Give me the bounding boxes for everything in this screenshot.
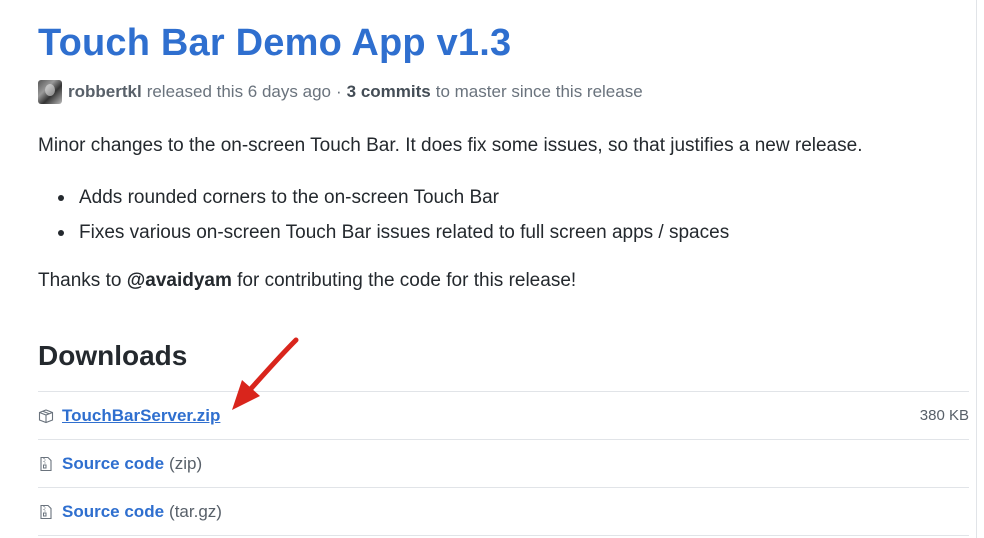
- download-link-asset[interactable]: TouchBarServer.zip: [62, 406, 220, 426]
- mention-link[interactable]: @avaidyam: [127, 270, 232, 291]
- download-ext[interactable]: (zip): [169, 454, 202, 474]
- release-meta: robbertkl released this 6 days ago · 3 c…: [38, 80, 643, 104]
- page-border: [976, 0, 977, 538]
- release-description: Minor changes to the on-screen Touch Bar…: [38, 135, 863, 156]
- commits-link[interactable]: 3 commits: [347, 82, 431, 102]
- download-row-source-zip[interactable]: Source code (zip): [38, 439, 969, 487]
- released-text: released this 6 days ago: [146, 82, 331, 101]
- thanks-line: Thanks to @avaidyam for contributing the…: [38, 267, 576, 295]
- download-link-source-targz[interactable]: Source code: [62, 502, 164, 522]
- downloads-list: TouchBarServer.zip 380 KB Source code (z…: [38, 391, 969, 536]
- list-item: Adds rounded corners to the on-screen To…: [38, 180, 729, 215]
- changes-list: Adds rounded corners to the on-screen To…: [38, 180, 729, 250]
- download-row-source-targz[interactable]: Source code (tar.gz): [38, 487, 969, 536]
- release-title[interactable]: Touch Bar Demo App v1.3: [38, 20, 511, 66]
- author-link[interactable]: robbertkl: [68, 82, 142, 102]
- meta-separator: ·: [335, 82, 342, 101]
- avatar[interactable]: [38, 80, 62, 104]
- download-link-source-zip[interactable]: Source code: [62, 454, 164, 474]
- file-zip-icon: [38, 456, 54, 472]
- download-row-asset[interactable]: TouchBarServer.zip 380 KB: [38, 391, 969, 439]
- commits-suffix: to master since this release: [435, 82, 643, 101]
- thanks-prefix: Thanks to: [38, 270, 122, 291]
- downloads-heading: Downloads: [38, 340, 188, 371]
- file-size: 380 KB: [919, 407, 969, 424]
- file-zip-icon: [38, 504, 54, 520]
- download-ext[interactable]: (tar.gz): [169, 502, 222, 522]
- red-arrow-annotation: [232, 337, 299, 410]
- list-item: Fixes various on-screen Touch Bar issues…: [38, 215, 729, 250]
- package-icon: [38, 408, 54, 424]
- thanks-suffix: for contributing the code for this relea…: [237, 270, 577, 291]
